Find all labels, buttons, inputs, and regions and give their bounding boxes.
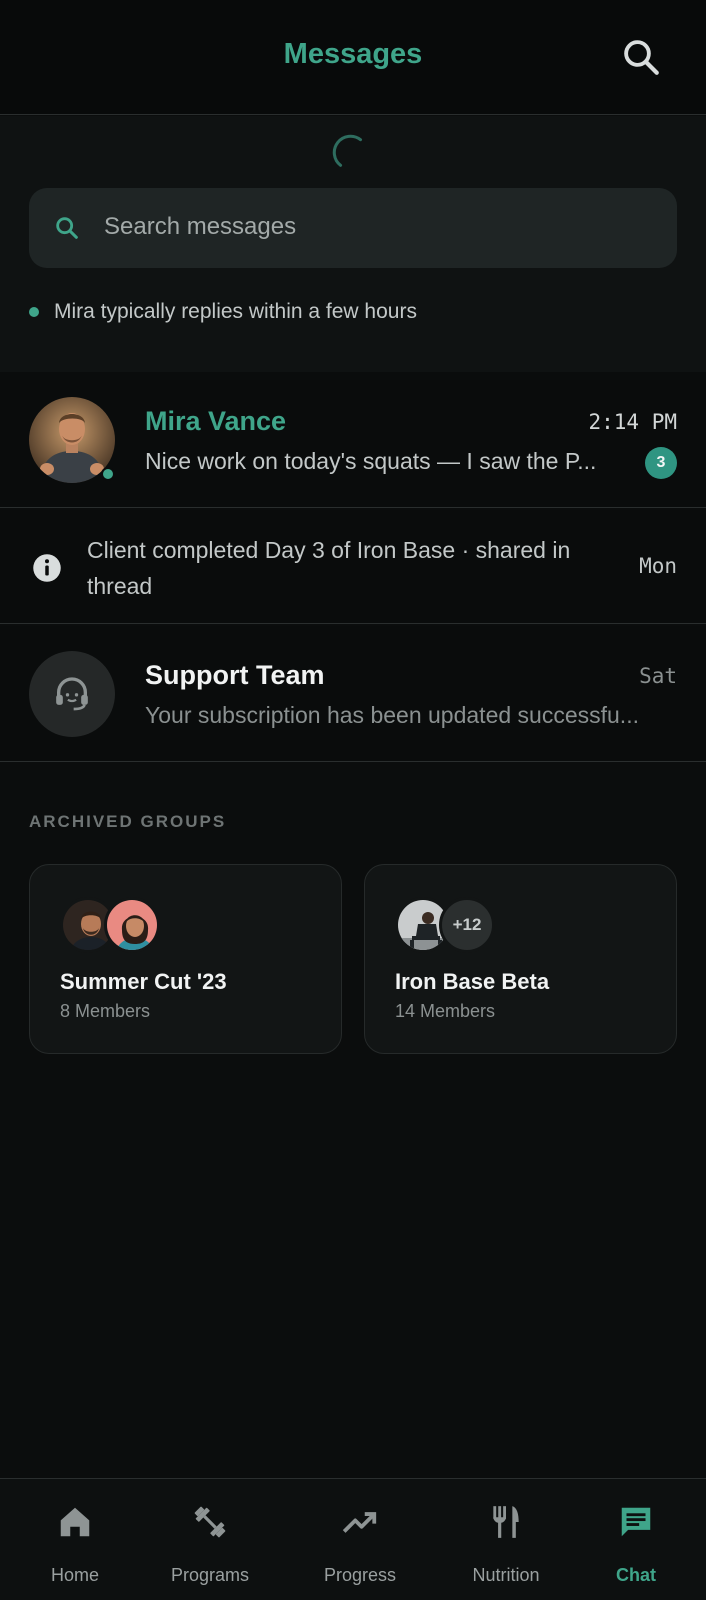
group-card-summer-cut[interactable]: Summer Cut '23 8 Members (29, 864, 342, 1054)
fork-knife-icon (493, 1506, 519, 1538)
home-icon (60, 1507, 90, 1537)
reply-note-text: Mira typically replies within a few hour… (54, 300, 417, 323)
search-icon[interactable] (620, 36, 662, 78)
top-section: Search messages Mira typically replies w… (0, 116, 706, 372)
chat-icon (621, 1507, 651, 1537)
section-heading-archived-groups: ARCHIVED GROUPS (29, 812, 227, 831)
reply-time-note: Mira typically replies within a few hour… (29, 300, 417, 324)
loading-spinner-icon (332, 134, 363, 167)
more-members-count: +12 (439, 897, 495, 953)
group-member-count: 8 Members (60, 1001, 151, 1021)
search-icon (56, 217, 78, 239)
avatar (29, 397, 115, 483)
tab-programs[interactable]: Programs (160, 1479, 260, 1600)
dumbbell-icon (194, 1506, 226, 1538)
message-preview: Your subscription has been updated succe… (145, 702, 639, 728)
avatar (104, 897, 160, 953)
conversation-row-support-team[interactable]: Support Team Sat Your subscription has b… (0, 626, 706, 762)
notice-time: Mon (639, 554, 677, 578)
message-time: Sat (639, 664, 677, 688)
search-placeholder: Search messages (104, 213, 297, 240)
group-card-iron-base-beta[interactable]: +12 Iron Base Beta 14 Members (364, 864, 677, 1054)
message-preview: Nice work on today's squats — I saw the … (145, 448, 597, 474)
unread-badge: 3 (645, 447, 677, 479)
notice-text: Client completed Day 3 of Iron Base · sh… (87, 537, 571, 599)
tab-label: Progress (323, 1565, 397, 1585)
app-header: Messages (0, 0, 706, 115)
info-icon (33, 554, 61, 582)
contact-name: Mira Vance (145, 406, 287, 436)
tab-label: Programs (170, 1565, 250, 1585)
tab-label: Home (50, 1565, 99, 1585)
tab-chat[interactable]: Chat (594, 1479, 678, 1600)
member-avatar-stack (60, 897, 180, 953)
online-status-dot (101, 467, 115, 481)
group-member-count: 14 Members (395, 1001, 496, 1021)
avatar (29, 651, 115, 737)
headset-icon (56, 677, 88, 711)
conversation-row-mira-vance[interactable]: Mira Vance 2:14 PM Nice work on today's … (0, 372, 706, 508)
page-title: Messages (283, 38, 423, 70)
group-name: Summer Cut '23 (60, 969, 227, 994)
message-time: 2:14 PM (588, 410, 677, 434)
tab-label: Nutrition (472, 1565, 540, 1585)
system-notice-row[interactable]: Client completed Day 3 of Iron Base · sh… (0, 510, 706, 624)
tab-label: Chat (616, 1565, 656, 1585)
member-avatar-stack: +12 (395, 897, 515, 953)
tab-progress[interactable]: Progress (308, 1479, 412, 1600)
trending-up-icon (342, 1512, 377, 1533)
bottom-tab-bar: Home Programs Progress Nutrition Chat (0, 1478, 706, 1600)
status-dot (29, 307, 39, 317)
group-name: Iron Base Beta (395, 969, 550, 994)
tab-nutrition[interactable]: Nutrition (455, 1479, 557, 1600)
tab-home[interactable]: Home (30, 1479, 120, 1600)
contact-name: Support Team (145, 660, 325, 690)
search-input[interactable]: Search messages (29, 188, 677, 268)
